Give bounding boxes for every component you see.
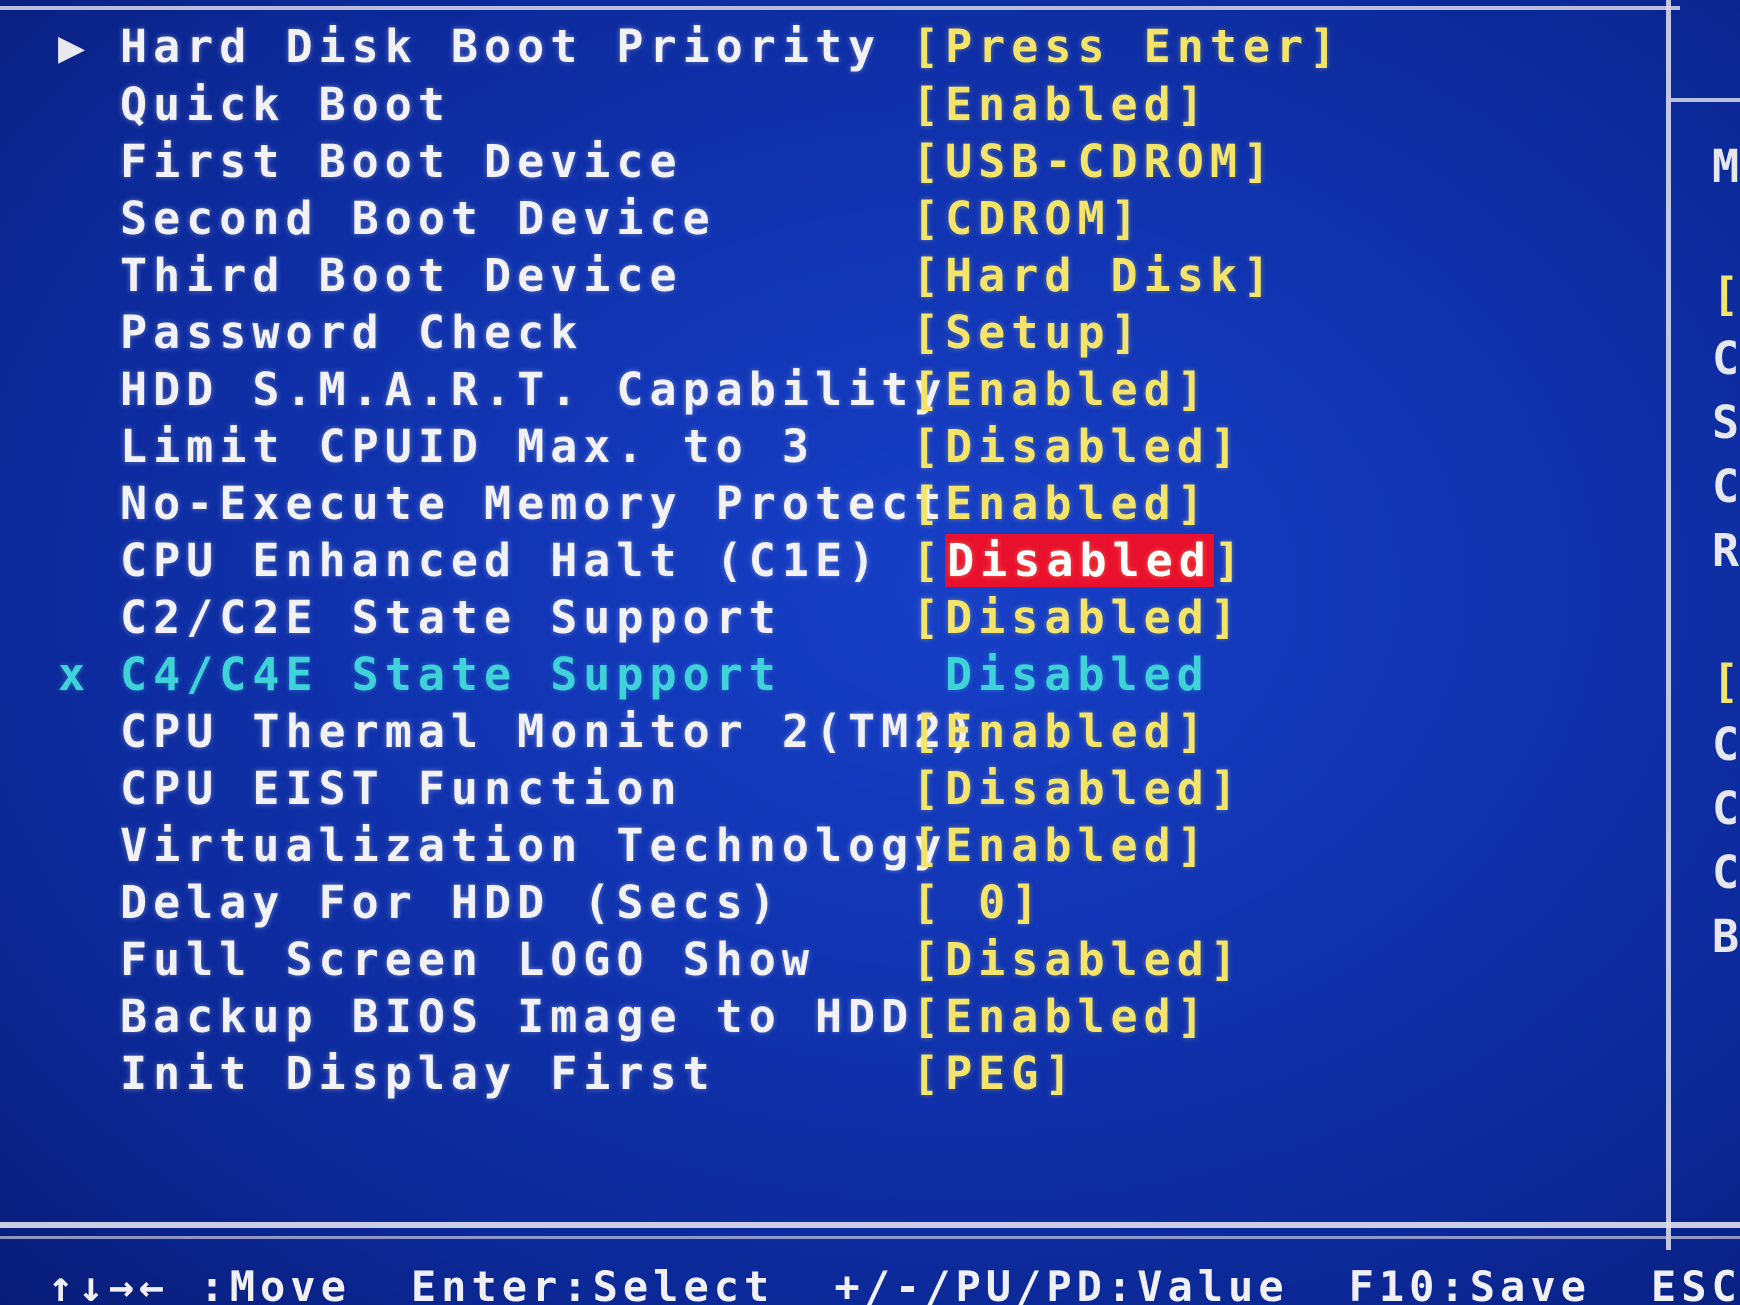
- setting-third-boot-device[interactable]: Third Boot Device [Hard Disk]: [0, 249, 1660, 309]
- setting-value[interactable]: [Enabled]: [912, 78, 1210, 131]
- setting-label: Quick Boot: [120, 78, 451, 131]
- setting-value[interactable]: [Press Enter]: [912, 20, 1342, 73]
- help-panel-text: M: [1712, 140, 1740, 193]
- help-panel-text: [: [1712, 655, 1740, 708]
- setting-label: Backup BIOS Image to HDD: [120, 990, 915, 1043]
- setting-label: Hard Disk Boot Priority: [120, 20, 882, 73]
- setting-c2-c2e-state-support[interactable]: C2/C2E State Support [Disabled]: [0, 591, 1660, 651]
- setting-cpu-thermal-monitor-2[interactable]: CPU Thermal Monitor 2(TM2) [Enabled]: [0, 705, 1660, 765]
- setting-label: First Boot Device: [120, 135, 683, 188]
- setting-label: CPU Enhanced Halt (C1E): [120, 534, 882, 587]
- help-panel-text: B: [1712, 910, 1740, 963]
- setting-label: Third Boot Device: [120, 249, 683, 302]
- setting-limit-cpuid-max[interactable]: Limit CPUID Max. to 3 [Disabled]: [0, 420, 1660, 480]
- setting-quick-boot[interactable]: Quick Boot [Enabled]: [0, 78, 1660, 138]
- setting-value[interactable]: [PEG]: [912, 1047, 1077, 1100]
- help-panel-text: R: [1712, 524, 1740, 577]
- setting-label: Init Display First: [120, 1047, 716, 1100]
- help-panel-text: C: [1712, 846, 1740, 899]
- setting-label: Password Check: [120, 306, 584, 359]
- key-help-bar: ↑↓→← :Move Enter:Select +/-/PU/PD:Value F10…: [48, 1262, 1740, 1305]
- setting-value[interactable]: [Disabled]: [912, 933, 1243, 986]
- key-hint-esc: ESC: [1650, 1262, 1740, 1305]
- setting-value-selected[interactable]: [Disabled]: [912, 534, 1247, 587]
- setting-cpu-enhanced-halt[interactable]: CPU Enhanced Halt (C1E) [Disabled]: [0, 534, 1660, 594]
- setting-label: No-Execute Memory Protect: [120, 477, 948, 530]
- value-bracket-close: ]: [1213, 534, 1247, 587]
- item-help-panel: M [ C S C R [ C C C B: [1712, 0, 1740, 1220]
- key-hint-save: F10:Save: [1348, 1262, 1591, 1305]
- key-hint-move: ↑↓→← :Move: [48, 1262, 351, 1305]
- setting-full-screen-logo-show[interactable]: Full Screen LOGO Show [Disabled]: [0, 933, 1660, 993]
- setting-backup-bios-image[interactable]: Backup BIOS Image to HDD [Enabled]: [0, 990, 1660, 1050]
- bios-screen: ▶ Hard Disk Boot Priority [Press Enter] …: [0, 0, 1740, 1305]
- setting-cpu-eist-function[interactable]: CPU EIST Function [Disabled]: [0, 762, 1660, 822]
- setting-delay-for-hdd[interactable]: Delay For HDD (Secs) [ 0]: [0, 876, 1660, 936]
- setting-password-check[interactable]: Password Check [Setup]: [0, 306, 1660, 366]
- setting-first-boot-device[interactable]: First Boot Device [USB-CDROM]: [0, 135, 1660, 195]
- frame-top-border: [0, 6, 1680, 10]
- setting-value[interactable]: [Hard Disk]: [912, 249, 1276, 302]
- selection-highlight[interactable]: Disabled: [945, 534, 1214, 587]
- unavailable-x-icon: x: [58, 648, 92, 701]
- setting-label: CPU EIST Function: [120, 762, 683, 815]
- help-panel-divider: [1666, 0, 1671, 1250]
- setting-label: C4/C4E State Support: [120, 648, 782, 701]
- submenu-arrow-icon: ▶: [58, 20, 92, 73]
- setting-label: C2/C2E State Support: [120, 591, 782, 644]
- setting-label: Full Screen LOGO Show: [120, 933, 815, 986]
- setting-value[interactable]: [Enabled]: [912, 990, 1210, 1043]
- setting-no-execute-memory-protect[interactable]: No-Execute Memory Protect [Enabled]: [0, 477, 1660, 537]
- setting-value[interactable]: [Enabled]: [912, 705, 1210, 758]
- setting-value: Disabled: [945, 648, 1210, 701]
- value-bracket-open: [: [912, 534, 946, 587]
- setting-value[interactable]: [Enabled]: [912, 819, 1210, 872]
- key-hint-value: +/-/PU/PD:Value: [834, 1262, 1289, 1305]
- setting-value[interactable]: [Setup]: [912, 306, 1144, 359]
- setting-label: Second Boot Device: [120, 192, 716, 245]
- setting-virtualization-technology[interactable]: Virtualization Technology [Enabled]: [0, 819, 1660, 879]
- setting-init-display-first[interactable]: Init Display First [PEG]: [0, 1047, 1660, 1107]
- help-panel-text: C: [1712, 718, 1740, 771]
- help-panel-text: [: [1712, 268, 1740, 321]
- setting-value[interactable]: [USB-CDROM]: [912, 135, 1276, 188]
- setting-c4-c4e-state-support: x C4/C4E State Support Disabled: [0, 648, 1660, 708]
- setting-value[interactable]: [CDROM]: [912, 192, 1144, 245]
- setting-label: Virtualization Technology: [120, 819, 948, 872]
- setting-second-boot-device[interactable]: Second Boot Device [CDROM]: [0, 192, 1660, 252]
- setting-label: HDD S.M.A.R.T. Capability: [120, 363, 948, 416]
- frame-bottom-border-inner: [0, 1236, 1740, 1239]
- setting-hard-disk-boot-priority[interactable]: ▶ Hard Disk Boot Priority [Press Enter]: [0, 20, 1660, 80]
- help-panel-text: S: [1712, 396, 1740, 449]
- setting-label: Limit CPUID Max. to 3: [120, 420, 815, 473]
- setting-label: CPU Thermal Monitor 2(TM2): [120, 705, 981, 758]
- setting-value[interactable]: [Disabled]: [912, 420, 1243, 473]
- help-panel-text: C: [1712, 332, 1740, 385]
- key-hint-select: Enter:Select: [410, 1262, 775, 1305]
- setting-label: Delay For HDD (Secs): [120, 876, 782, 929]
- help-panel-text: C: [1712, 460, 1740, 513]
- setting-value[interactable]: [Enabled]: [912, 363, 1210, 416]
- setting-value[interactable]: [Disabled]: [912, 762, 1243, 815]
- help-panel-text: C: [1712, 782, 1740, 835]
- setting-hdd-smart-capability[interactable]: HDD S.M.A.R.T. Capability [Enabled]: [0, 363, 1660, 423]
- setting-value[interactable]: [Enabled]: [912, 477, 1210, 530]
- setting-value[interactable]: [Disabled]: [912, 591, 1243, 644]
- setting-value[interactable]: [ 0]: [912, 876, 1044, 929]
- frame-bottom-border: [0, 1222, 1740, 1228]
